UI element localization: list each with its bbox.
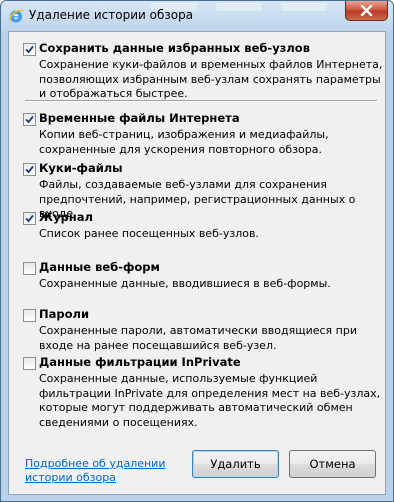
learn-more-link[interactable]: Подробнее об удалении истории обзора <box>25 457 175 485</box>
option-label: Сохранить данные избранных веб-узлов <box>39 41 310 55</box>
delete-browsing-history-dialog: Удаление истории обзора Сохранить данные… <box>0 0 394 502</box>
title-bar[interactable]: Удаление истории обзора <box>1 1 393 31</box>
close-button[interactable] <box>345 1 388 21</box>
divider <box>25 100 377 102</box>
checkmark-icon <box>25 214 34 223</box>
delete-button[interactable]: Удалить <box>192 450 279 478</box>
dialog-content: Сохранить данные избранных веб-узлов Сох… <box>8 31 386 495</box>
option-label: Данные фильтрации InPrivate <box>39 355 241 369</box>
option-label: Временные файлы Интернета <box>39 111 240 125</box>
option-label: Пароли <box>39 307 89 321</box>
checkmark-icon <box>25 115 34 124</box>
background-decoration <box>216 3 262 11</box>
cancel-button[interactable]: Отмена <box>289 450 376 478</box>
checkbox[interactable] <box>23 43 36 56</box>
checkbox[interactable] <box>23 163 36 176</box>
option-label: Данные веб-форм <box>39 260 160 274</box>
checkbox[interactable] <box>23 357 36 370</box>
option-description: Список ранее посещенных веб-узлов. <box>39 227 259 240</box>
checkmark-icon <box>25 165 34 174</box>
option-label: Журнал <box>39 210 93 224</box>
option-description: Сохранение куки-файлов и временных файло… <box>39 58 383 100</box>
option-description: Сохраненные пароли, автоматически вводящ… <box>39 324 357 352</box>
background-decoration <box>281 3 327 11</box>
option-label: Куки-файлы <box>39 161 123 175</box>
checkbox[interactable] <box>23 309 36 322</box>
checkbox[interactable] <box>23 113 36 126</box>
close-icon <box>360 5 373 16</box>
checkmark-icon <box>25 45 34 54</box>
checkbox[interactable] <box>23 212 36 225</box>
option-description: Сохраненные данные, вводившиеся в веб-фо… <box>39 277 331 290</box>
checkbox[interactable] <box>23 262 36 275</box>
dialog-title: Удаление истории обзора <box>29 8 194 22</box>
option-description: Копии веб-страниц, изображения и медиафа… <box>39 128 329 156</box>
option-description: Сохраненные данные, используемые функцие… <box>39 372 381 429</box>
internet-explorer-icon <box>8 8 24 24</box>
